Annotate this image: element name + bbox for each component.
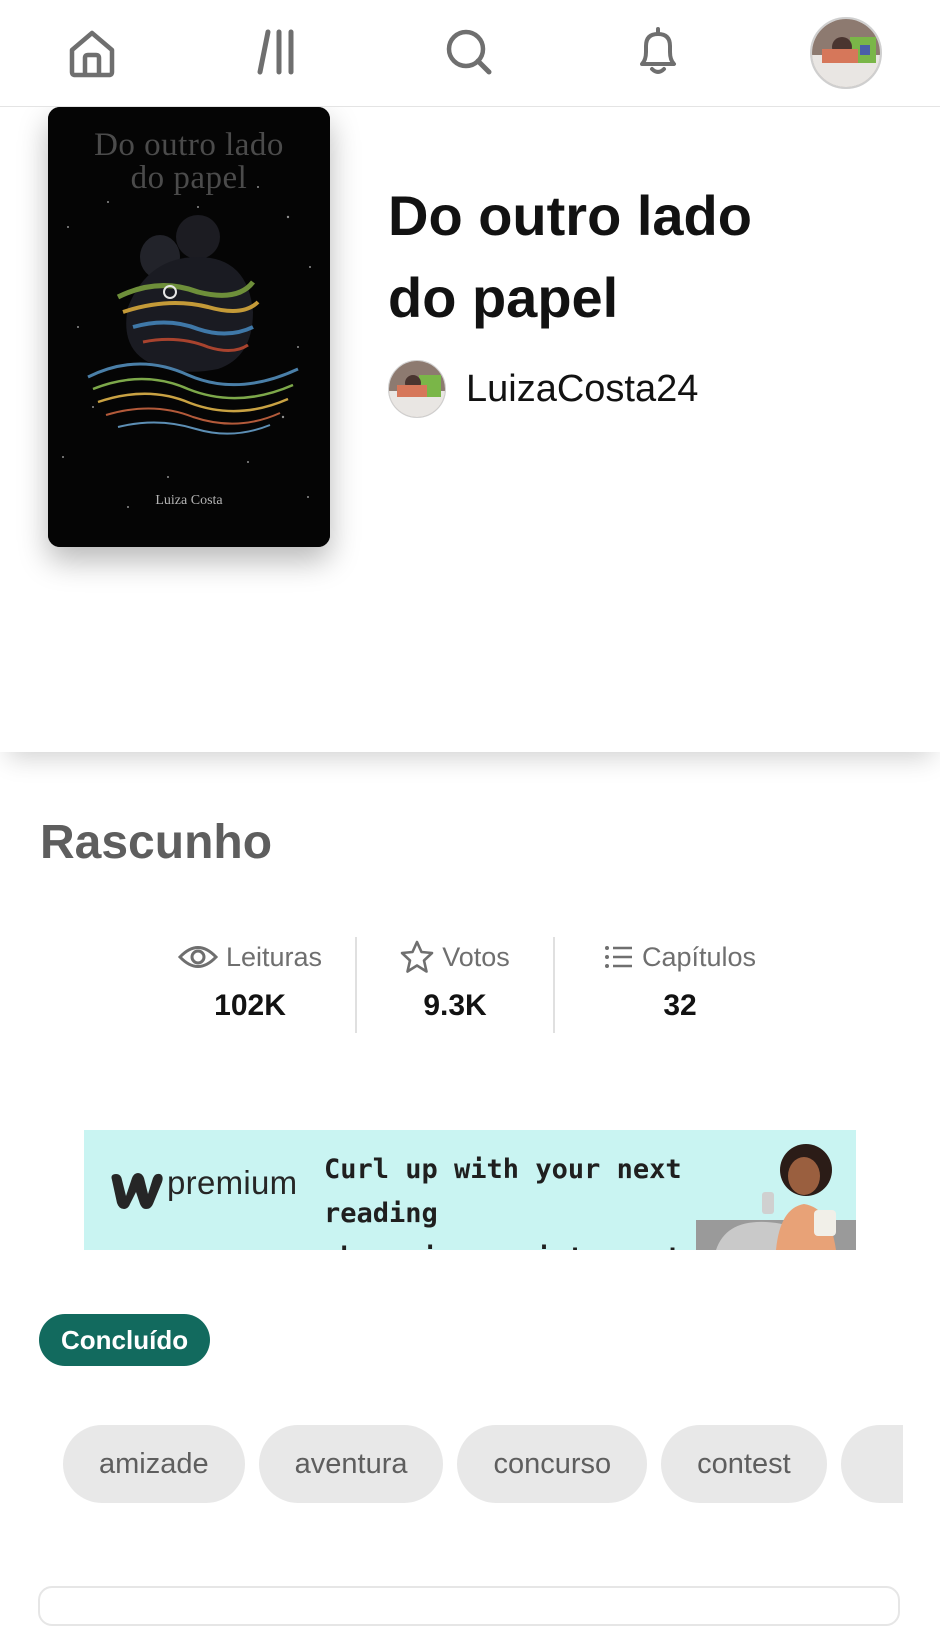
eye-icon [177,946,218,968]
cover-author: Luiza Costa [155,493,223,508]
stat-reads: Leituras 102K [160,935,340,1035]
top-nav-bar [0,0,940,107]
tag-chip[interactable]: contest [661,1425,827,1503]
search-icon [446,29,492,75]
banner-premium-label: premium [167,1164,298,1201]
story-header: Do outro lado do papel Luiza Costa Do ou… [0,107,940,752]
stat-votes-label: Votos [442,941,510,972]
next-section-card [38,1586,900,1626]
author-link[interactable]: LuizaCosta24 [388,359,698,419]
list-icon [604,946,632,968]
star-icon [400,940,434,973]
status-badge: Concluído [39,1314,211,1366]
tag-chip[interactable]: concurso [457,1425,648,1503]
story-title: Do outro lado do papel [388,184,752,329]
stat-reads-value: 102K [214,989,286,1022]
stat-divider [553,937,555,1033]
premium-banner[interactable]: premium Curl up with your next reading o… [84,1130,856,1250]
nav-library-button[interactable] [246,20,310,84]
author-name[interactable]: LuizaCosta24 [466,368,698,411]
stat-votes: Votos 9.3K [370,935,540,1035]
cover-title: Do outro lado do papel [94,127,284,196]
stat-parts-label: Capítulos [641,941,757,972]
stat-reads-label: Leituras [225,941,323,972]
nav-home-button[interactable] [60,20,124,84]
tag-chip[interactable]: aventura [258,1425,444,1503]
banner-illustration [696,1144,856,1250]
home-icon [69,30,115,78]
stat-parts-value: 32 [663,989,697,1022]
book-cover[interactable]: Do outro lado do papel Luiza Costa [48,107,330,547]
tag-chip-partial[interactable] [840,1425,903,1503]
nav-search-button[interactable] [437,20,501,84]
stat-votes-value: 9.3K [423,989,487,1022]
tag-chip[interactable]: amizade [63,1425,245,1503]
profile-avatar[interactable] [810,17,882,89]
nav-notifications-button[interactable] [626,20,690,84]
library-icon [257,29,294,75]
tag-list: amizade aventura concurso contest [63,1425,903,1505]
stat-parts: Capítulos 32 [580,935,780,1035]
wattpad-logo-icon [111,1173,163,1209]
stat-divider [355,937,357,1033]
section-title: Rascunho [40,816,273,869]
author-avatar[interactable] [388,360,446,418]
story-stats: Leituras 102K Votos 9.3K Capítulos 32 [160,935,780,1035]
bell-icon [640,27,676,74]
